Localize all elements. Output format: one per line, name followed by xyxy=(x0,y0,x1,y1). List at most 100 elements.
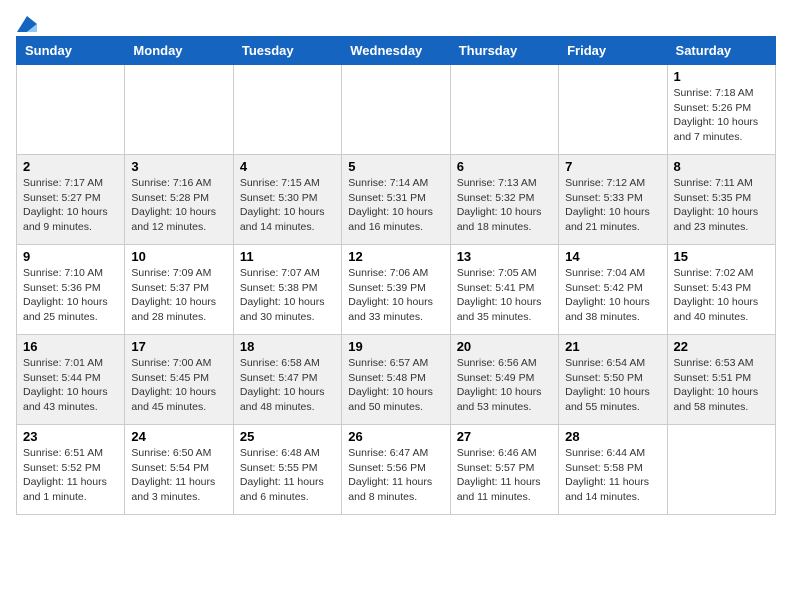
day-number: 13 xyxy=(457,249,552,264)
calendar-table: SundayMondayTuesdayWednesdayThursdayFrid… xyxy=(16,36,776,515)
day-info: Sunrise: 7:09 AM Sunset: 5:37 PM Dayligh… xyxy=(131,266,226,325)
calendar-weekday-header: Tuesday xyxy=(233,37,341,65)
calendar-cell: 27 Sunrise: 6:46 AM Sunset: 5:57 PM Dayli… xyxy=(450,425,558,515)
calendar-cell: 22 Sunrise: 6:53 AM Sunset: 5:51 PM Dayli… xyxy=(667,335,775,425)
day-info: Sunrise: 6:53 AM Sunset: 5:51 PM Dayligh… xyxy=(674,356,769,415)
day-number: 5 xyxy=(348,159,443,174)
calendar-weekday-header: Thursday xyxy=(450,37,558,65)
calendar-cell: 13 Sunrise: 7:05 AM Sunset: 5:41 PM Dayli… xyxy=(450,245,558,335)
day-number: 12 xyxy=(348,249,443,264)
calendar-cell xyxy=(342,65,450,155)
day-info: Sunrise: 6:48 AM Sunset: 5:55 PM Dayligh… xyxy=(240,446,335,505)
day-info: Sunrise: 7:04 AM Sunset: 5:42 PM Dayligh… xyxy=(565,266,660,325)
day-info: Sunrise: 7:01 AM Sunset: 5:44 PM Dayligh… xyxy=(23,356,118,415)
day-number: 7 xyxy=(565,159,660,174)
day-number: 23 xyxy=(23,429,118,444)
day-info: Sunrise: 6:57 AM Sunset: 5:48 PM Dayligh… xyxy=(348,356,443,415)
day-info: Sunrise: 6:50 AM Sunset: 5:54 PM Dayligh… xyxy=(131,446,226,505)
calendar-weekday-header: Monday xyxy=(125,37,233,65)
calendar-cell: 1 Sunrise: 7:18 AM Sunset: 5:26 PM Daylig… xyxy=(667,65,775,155)
day-info: Sunrise: 7:06 AM Sunset: 5:39 PM Dayligh… xyxy=(348,266,443,325)
calendar-cell: 5 Sunrise: 7:14 AM Sunset: 5:31 PM Daylig… xyxy=(342,155,450,245)
day-number: 26 xyxy=(348,429,443,444)
day-info: Sunrise: 7:15 AM Sunset: 5:30 PM Dayligh… xyxy=(240,176,335,235)
calendar-cell: 20 Sunrise: 6:56 AM Sunset: 5:49 PM Dayli… xyxy=(450,335,558,425)
calendar-cell: 21 Sunrise: 6:54 AM Sunset: 5:50 PM Dayli… xyxy=(559,335,667,425)
day-number: 24 xyxy=(131,429,226,444)
calendar-weekday-header: Saturday xyxy=(667,37,775,65)
calendar-cell: 16 Sunrise: 7:01 AM Sunset: 5:44 PM Dayli… xyxy=(17,335,125,425)
day-number: 1 xyxy=(674,69,769,84)
day-number: 21 xyxy=(565,339,660,354)
calendar-cell: 4 Sunrise: 7:15 AM Sunset: 5:30 PM Daylig… xyxy=(233,155,341,245)
calendar-cell: 14 Sunrise: 7:04 AM Sunset: 5:42 PM Dayli… xyxy=(559,245,667,335)
day-info: Sunrise: 6:51 AM Sunset: 5:52 PM Dayligh… xyxy=(23,446,118,505)
logo xyxy=(16,16,38,28)
calendar-week-row: 16 Sunrise: 7:01 AM Sunset: 5:44 PM Dayli… xyxy=(17,335,776,425)
day-number: 28 xyxy=(565,429,660,444)
calendar-cell xyxy=(559,65,667,155)
calendar-cell: 26 Sunrise: 6:47 AM Sunset: 5:56 PM Dayli… xyxy=(342,425,450,515)
day-info: Sunrise: 6:56 AM Sunset: 5:49 PM Dayligh… xyxy=(457,356,552,415)
day-number: 11 xyxy=(240,249,335,264)
calendar-week-row: 9 Sunrise: 7:10 AM Sunset: 5:36 PM Daylig… xyxy=(17,245,776,335)
day-number: 19 xyxy=(348,339,443,354)
calendar-cell: 19 Sunrise: 6:57 AM Sunset: 5:48 PM Dayli… xyxy=(342,335,450,425)
calendar-cell: 9 Sunrise: 7:10 AM Sunset: 5:36 PM Daylig… xyxy=(17,245,125,335)
calendar-weekday-header: Sunday xyxy=(17,37,125,65)
day-number: 10 xyxy=(131,249,226,264)
calendar-weekday-header: Wednesday xyxy=(342,37,450,65)
day-info: Sunrise: 6:47 AM Sunset: 5:56 PM Dayligh… xyxy=(348,446,443,505)
day-info: Sunrise: 7:13 AM Sunset: 5:32 PM Dayligh… xyxy=(457,176,552,235)
day-number: 22 xyxy=(674,339,769,354)
day-info: Sunrise: 6:44 AM Sunset: 5:58 PM Dayligh… xyxy=(565,446,660,505)
calendar-cell: 28 Sunrise: 6:44 AM Sunset: 5:58 PM Dayli… xyxy=(559,425,667,515)
day-number: 9 xyxy=(23,249,118,264)
day-number: 16 xyxy=(23,339,118,354)
day-info: Sunrise: 7:11 AM Sunset: 5:35 PM Dayligh… xyxy=(674,176,769,235)
calendar-cell xyxy=(125,65,233,155)
day-info: Sunrise: 7:14 AM Sunset: 5:31 PM Dayligh… xyxy=(348,176,443,235)
calendar-cell xyxy=(233,65,341,155)
day-number: 4 xyxy=(240,159,335,174)
calendar-weekday-header: Friday xyxy=(559,37,667,65)
day-info: Sunrise: 7:17 AM Sunset: 5:27 PM Dayligh… xyxy=(23,176,118,235)
day-number: 8 xyxy=(674,159,769,174)
logo-icon xyxy=(17,16,37,32)
day-number: 14 xyxy=(565,249,660,264)
day-number: 27 xyxy=(457,429,552,444)
calendar-cell xyxy=(667,425,775,515)
calendar-cell: 17 Sunrise: 7:00 AM Sunset: 5:45 PM Dayli… xyxy=(125,335,233,425)
day-info: Sunrise: 7:05 AM Sunset: 5:41 PM Dayligh… xyxy=(457,266,552,325)
calendar-week-row: 1 Sunrise: 7:18 AM Sunset: 5:26 PM Daylig… xyxy=(17,65,776,155)
day-info: Sunrise: 7:16 AM Sunset: 5:28 PM Dayligh… xyxy=(131,176,226,235)
calendar-cell: 3Sunrise: 7:16 AM Sunset: 5:28 PM Daylig… xyxy=(125,155,233,245)
day-info: Sunrise: 7:00 AM Sunset: 5:45 PM Dayligh… xyxy=(131,356,226,415)
calendar-cell: 25Sunrise: 6:48 AM Sunset: 5:55 PM Dayli… xyxy=(233,425,341,515)
calendar-week-row: 2 Sunrise: 7:17 AM Sunset: 5:27 PM Daylig… xyxy=(17,155,776,245)
calendar-header-row: SundayMondayTuesdayWednesdayThursdayFrid… xyxy=(17,37,776,65)
day-number: 17 xyxy=(131,339,226,354)
day-info: Sunrise: 7:10 AM Sunset: 5:36 PM Dayligh… xyxy=(23,266,118,325)
calendar-cell: 15 Sunrise: 7:02 AM Sunset: 5:43 PM Dayli… xyxy=(667,245,775,335)
calendar-cell: 24 Sunrise: 6:50 AM Sunset: 5:54 PM Dayli… xyxy=(125,425,233,515)
day-number: 6 xyxy=(457,159,552,174)
calendar-cell: 6 Sunrise: 7:13 AM Sunset: 5:32 PM Daylig… xyxy=(450,155,558,245)
day-info: Sunrise: 6:46 AM Sunset: 5:57 PM Dayligh… xyxy=(457,446,552,505)
calendar-cell: 12 Sunrise: 7:06 AM Sunset: 5:39 PM Dayli… xyxy=(342,245,450,335)
calendar-cell: 2 Sunrise: 7:17 AM Sunset: 5:27 PM Daylig… xyxy=(17,155,125,245)
page-header xyxy=(16,16,776,28)
day-number: 2 xyxy=(23,159,118,174)
day-info: Sunrise: 6:54 AM Sunset: 5:50 PM Dayligh… xyxy=(565,356,660,415)
day-info: Sunrise: 7:18 AM Sunset: 5:26 PM Dayligh… xyxy=(674,86,769,145)
day-number: 15 xyxy=(674,249,769,264)
day-number: 18 xyxy=(240,339,335,354)
calendar-cell: 18 Sunrise: 6:58 AM Sunset: 5:47 PM Dayli… xyxy=(233,335,341,425)
day-info: Sunrise: 7:02 AM Sunset: 5:43 PM Dayligh… xyxy=(674,266,769,325)
calendar-cell: 7Sunrise: 7:12 AM Sunset: 5:33 PM Daylig… xyxy=(559,155,667,245)
day-info: Sunrise: 6:58 AM Sunset: 5:47 PM Dayligh… xyxy=(240,356,335,415)
day-info: Sunrise: 7:07 AM Sunset: 5:38 PM Dayligh… xyxy=(240,266,335,325)
day-number: 20 xyxy=(457,339,552,354)
calendar-cell: 10 Sunrise: 7:09 AM Sunset: 5:37 PM Dayli… xyxy=(125,245,233,335)
calendar-cell: 23 Sunrise: 6:51 AM Sunset: 5:52 PM Dayli… xyxy=(17,425,125,515)
